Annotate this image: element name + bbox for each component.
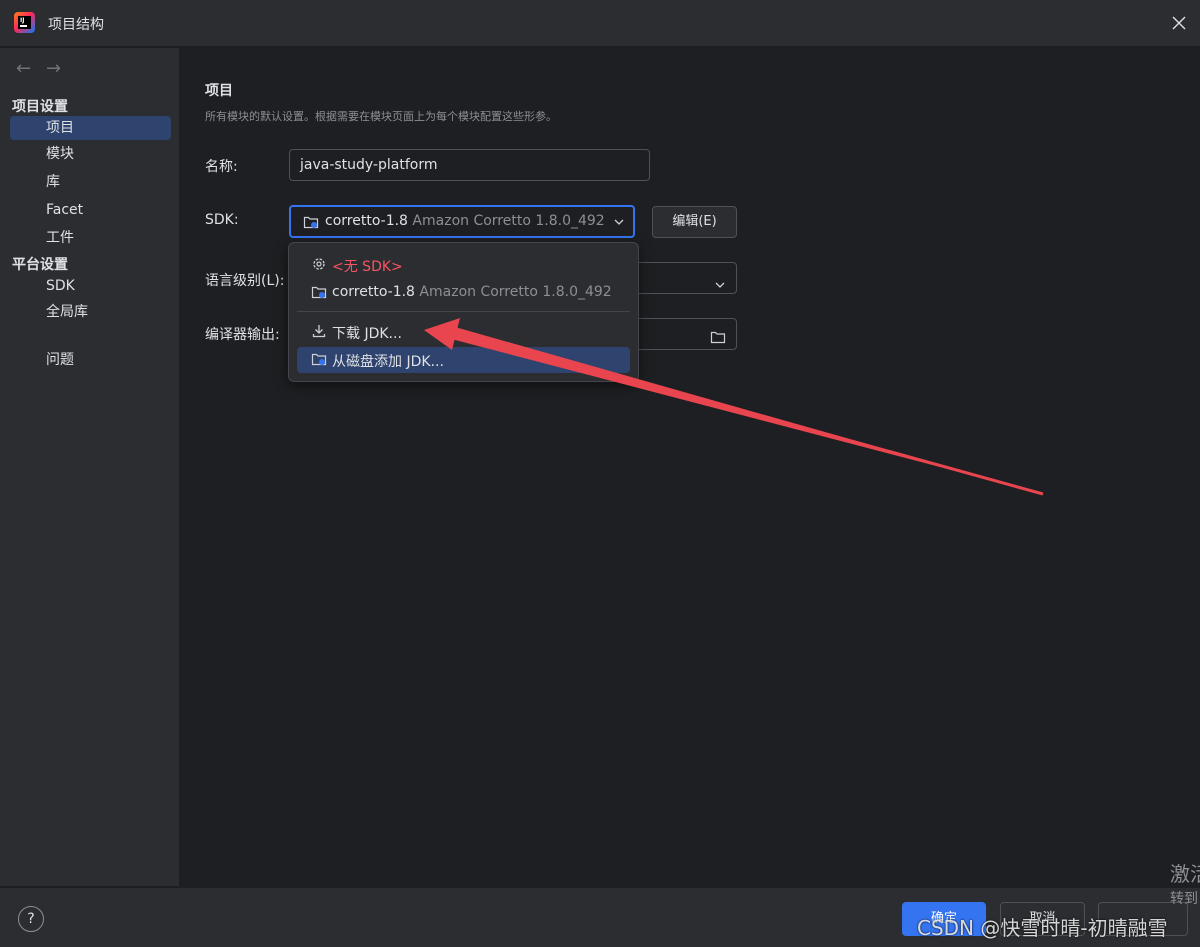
sidebar-item-artifacts[interactable]: 工件 — [10, 226, 171, 250]
sdk-selected-detail: Amazon Corretto 1.8.0_492 — [412, 213, 605, 229]
chevron-down-icon — [613, 216, 625, 232]
gear-icon — [311, 256, 327, 276]
sidebar: ← → 项目设置 项目 模块 库 Facet 工件 平台设置 SDK 全局库 问… — [0, 48, 180, 886]
csdn-watermark: CSDN @快雪时晴-初晴融雪 — [917, 916, 1168, 940]
activate-windows-subtitle: 转到 — [1170, 891, 1198, 907]
sidebar-item-libraries[interactable]: 库 — [10, 170, 171, 194]
sidebar-item-project[interactable]: 项目 — [10, 116, 171, 140]
sdk-combobox[interactable]: corretto-1.8 Amazon Corretto 1.8.0_492 — [289, 205, 635, 238]
no-sdk-label: <无 SDK> — [332, 259, 403, 275]
sidebar-item-facets[interactable]: Facet — [10, 198, 171, 222]
sdk-label: SDK: — [205, 212, 239, 228]
activate-windows-title: 激活 — [1170, 862, 1200, 886]
download-jdk-label: 下载 JDK... — [332, 326, 402, 342]
folder-icon[interactable] — [710, 326, 726, 356]
intellij-logo-icon: IJ — [14, 12, 35, 33]
sdk-option-detail: Amazon Corretto 1.8.0_492 — [419, 284, 612, 300]
chevron-down-icon — [714, 272, 726, 302]
sidebar-item-modules[interactable]: 模块 — [10, 142, 171, 166]
edit-sdk-button[interactable]: 编辑(E) — [652, 206, 737, 238]
no-sdk-option[interactable]: <无 SDK> — [297, 252, 630, 278]
download-jdk-option[interactable]: 下载 JDK... — [297, 319, 630, 345]
project-name-field[interactable]: java-study-platform — [289, 149, 650, 181]
forward-arrow-icon[interactable]: → — [46, 58, 61, 79]
window-title: 项目结构 — [48, 17, 104, 33]
sdk-dropdown-popup: <无 SDK> corretto-1.8 Amazon Corretto 1.8… — [288, 242, 639, 382]
compiler-output-label: 编译器输出: — [205, 327, 280, 343]
jdk-folder-icon — [311, 351, 327, 371]
popup-divider — [297, 311, 630, 312]
download-icon — [311, 323, 327, 343]
jdk-folder-icon — [303, 214, 319, 234]
name-label: 名称: — [205, 159, 238, 175]
sidebar-item-sdks[interactable]: SDK — [10, 274, 171, 298]
language-level-label: 语言级别(L): — [205, 273, 285, 289]
sidebar-item-global-libraries[interactable]: 全局库 — [10, 300, 171, 324]
add-jdk-from-disk-option[interactable]: 从磁盘添加 JDK... — [297, 347, 630, 373]
sidebar-item-problems[interactable]: 问题 — [10, 348, 171, 372]
main-panel: 项目 所有模块的默认设置。根据需要在模块页面上为每个模块配置这些形参。 名称: … — [181, 48, 1200, 886]
project-settings-heading: 项目设置 — [12, 99, 68, 115]
add-jdk-from-disk-label: 从磁盘添加 JDK... — [332, 354, 444, 370]
platform-settings-heading: 平台设置 — [12, 257, 68, 273]
help-button[interactable]: ? — [18, 906, 44, 932]
close-icon[interactable] — [1166, 10, 1192, 36]
jdk-folder-icon — [311, 284, 327, 304]
page-description: 所有模块的默认设置。根据需要在模块页面上为每个模块配置这些形参。 — [205, 110, 557, 123]
back-arrow-icon[interactable]: ← — [16, 58, 31, 79]
sdk-selected-name: corretto-1.8 — [325, 213, 408, 229]
page-title: 项目 — [205, 83, 233, 99]
sdk-option-corretto[interactable]: corretto-1.8 Amazon Corretto 1.8.0_492 — [297, 280, 630, 306]
title-bar: IJ 项目结构 — [0, 0, 1200, 47]
sdk-option-name: corretto-1.8 — [332, 284, 415, 300]
